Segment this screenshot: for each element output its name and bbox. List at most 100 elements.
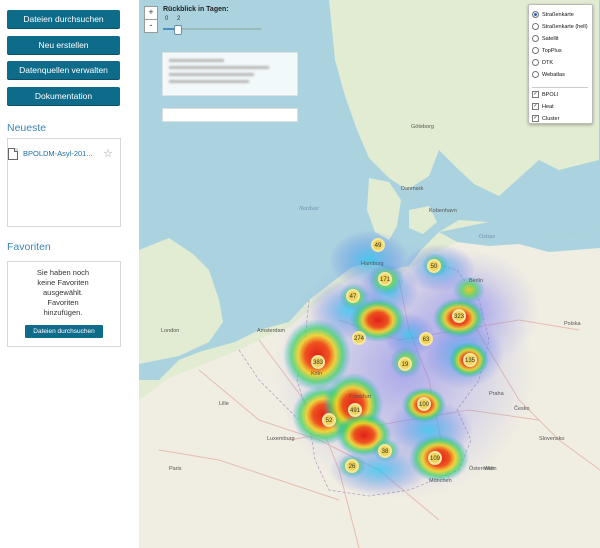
star-icon[interactable]: ☆ <box>103 147 113 160</box>
cluster-marker[interactable]: 26 <box>345 459 359 473</box>
cluster-count: 100 <box>419 402 430 408</box>
cluster-marker[interactable]: 171 <box>378 272 392 286</box>
place-label: Danmark <box>401 186 424 192</box>
radio-icon[interactable] <box>532 23 539 30</box>
layer-label: DTK <box>542 59 553 66</box>
base-layer-option[interactable]: Webatlas <box>532 71 565 78</box>
slider-min-label: 0 <box>165 16 169 22</box>
place-label: Lille <box>219 401 229 407</box>
cluster-marker[interactable]: 135 <box>463 353 477 367</box>
browse-files-button[interactable]: Dateien durchsuchen <box>7 10 120 28</box>
place-label: Köln <box>311 371 322 377</box>
date-input[interactable] <box>162 108 298 122</box>
water-label: Nordsee <box>298 206 319 212</box>
cluster-count: 19 <box>402 362 409 368</box>
cluster-marker[interactable]: 50 <box>427 259 441 273</box>
base-layer-option[interactable]: TopPlus <box>532 47 562 54</box>
date-label <box>163 98 165 104</box>
cluster-marker[interactable]: 63 <box>419 332 433 346</box>
sidebar: Dateien durchsuchen Neu erstellen Datenq… <box>0 0 138 548</box>
recent-item[interactable]: BPOLDM-Asyl-201... ☆ <box>8 147 118 160</box>
place-label: Praha <box>489 391 505 397</box>
radio-icon[interactable] <box>532 59 539 66</box>
documentation-button[interactable]: Dokumentation <box>7 87 120 105</box>
place-label: Hamburg <box>361 261 384 267</box>
radio-icon[interactable] <box>532 47 539 54</box>
favorites-title: Favoriten <box>7 241 51 253</box>
radio-icon[interactable] <box>532 35 539 42</box>
cluster-marker[interactable]: 38 <box>378 444 392 458</box>
overlay-layer-option[interactable]: ✓ BPOLI <box>532 91 558 98</box>
favorites-browse-button[interactable]: Dateien durchsuchen <box>25 325 103 338</box>
layer-label: Webatlas <box>542 71 565 78</box>
cluster-count: 52 <box>326 418 333 424</box>
checkbox-icon[interactable]: ✓ <box>532 115 539 122</box>
layer-label: TopPlus <box>542 47 562 54</box>
cluster-count: 49 <box>375 243 382 249</box>
place-label: Paris <box>169 466 182 472</box>
overlay-layer-option[interactable]: ✓ Cluster <box>532 115 559 122</box>
place-label: London <box>161 328 179 334</box>
zoom-out-button[interactable]: - <box>144 19 158 33</box>
create-new-button[interactable]: Neu erstellen <box>7 36 120 54</box>
place-label: Polska <box>564 321 581 327</box>
layer-label: Straßenkarte <box>542 11 574 18</box>
water-label: Ostsee <box>479 234 495 240</box>
cluster-marker[interactable]: 100 <box>417 397 431 411</box>
cluster-marker[interactable]: 49 <box>371 238 385 252</box>
cluster-count: 50 <box>431 264 438 270</box>
layer-label: Cluster <box>542 115 560 122</box>
cluster-count: 38 <box>382 449 389 455</box>
base-layer-option[interactable]: Straßenkarte (hell) <box>532 23 588 30</box>
base-layer-option[interactable]: Straßenkarte <box>532 11 574 18</box>
cluster-count: 135 <box>465 358 476 364</box>
cluster-marker[interactable]: 109 <box>428 451 442 465</box>
info-panel <box>162 52 298 96</box>
manage-datasources-button[interactable]: Datenquellen verwalten <box>7 61 120 79</box>
cluster-count: 109 <box>430 456 441 462</box>
radio-icon[interactable] <box>532 71 539 78</box>
checkbox-icon[interactable]: ✓ <box>532 103 539 110</box>
slider-title: Rückblick in Tagen: <box>163 6 229 13</box>
radio-icon[interactable] <box>532 11 539 18</box>
cluster-count: 63 <box>423 337 430 343</box>
layer-label: Satellit <box>542 35 559 42</box>
recent-item-label[interactable]: BPOLDM-Asyl-201... <box>23 149 95 158</box>
place-label: München <box>429 478 452 484</box>
cluster-count: 47 <box>350 294 357 300</box>
base-layer-option[interactable]: DTK <box>532 59 553 66</box>
cluster-marker[interactable]: 323 <box>452 309 466 323</box>
cluster-count: 274 <box>354 336 365 342</box>
overlay-layer-option[interactable]: ✓ Heat <box>532 103 554 110</box>
layer-label: Straßenkarte (hell) <box>542 23 588 30</box>
cluster-marker[interactable]: 19 <box>398 357 412 371</box>
slider-max-label: 2 <box>177 16 181 22</box>
place-label: Berlin <box>469 278 483 284</box>
cluster-marker[interactable]: 52 <box>322 413 336 427</box>
cluster-marker[interactable]: 274 <box>352 331 366 345</box>
cluster-marker[interactable]: 383 <box>311 355 325 369</box>
place-label: Luxemburg <box>267 436 295 442</box>
cluster-marker[interactable]: 47 <box>346 289 360 303</box>
place-label: Göteborg <box>411 124 434 130</box>
cluster-marker[interactable]: 491 <box>348 403 362 417</box>
checkbox-icon[interactable]: ✓ <box>532 91 539 98</box>
cluster-count: 171 <box>380 277 391 283</box>
layer-control: Straßenkarte Straßenkarte (hell) Satellit T… <box>528 4 593 124</box>
place-label: Österreich <box>469 465 494 472</box>
place-label: Kobenhavn <box>429 208 457 214</box>
favorites-empty-text: Sie haben noch keine Favoriten ausgewähl… <box>36 268 90 317</box>
recent-title: Neueste <box>7 122 47 134</box>
layer-separator <box>532 87 588 88</box>
layer-label: Heat <box>542 103 554 110</box>
cluster-count: 323 <box>454 314 465 320</box>
document-icon <box>8 147 18 160</box>
base-layer-option[interactable]: Satellit <box>532 35 559 42</box>
place-label: Frankfurt <box>349 394 371 400</box>
map[interactable]: Hamburg Berlin Köln Frankfurt München Lo… <box>139 0 600 548</box>
slider-handle[interactable] <box>173 25 182 35</box>
place-label: Česko <box>514 405 530 412</box>
place-label: Amsterdam <box>257 328 286 334</box>
zoom-in-button[interactable]: + <box>144 6 158 20</box>
layer-label: BPOLI <box>542 91 559 98</box>
